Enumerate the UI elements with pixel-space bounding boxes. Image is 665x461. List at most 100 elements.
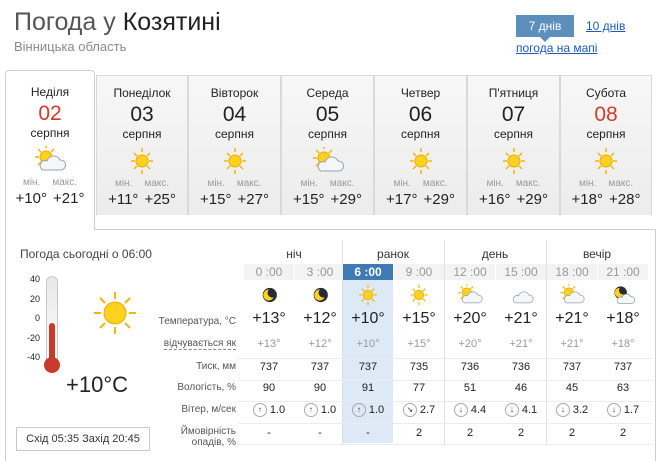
min-label: мін. [207, 178, 225, 189]
precip-cell: - [295, 427, 345, 439]
feels-value: +18° [611, 338, 635, 350]
temp-cell: +18° [598, 310, 648, 328]
feels-cell: +18° [598, 338, 648, 350]
hour-8[interactable]: 21 :00 [598, 264, 648, 280]
wind-info: ↓ 4.4 [453, 403, 486, 417]
sun-icon [497, 147, 531, 175]
precip-value: - [366, 427, 370, 439]
temp-value: +21° [555, 310, 589, 327]
day-number: 08 [594, 103, 618, 126]
precip-value: 2 [568, 427, 576, 439]
wind-direction-icon: ↓ [504, 403, 519, 417]
pressure-value: 736 [460, 361, 480, 373]
day-number: 06 [408, 103, 433, 126]
hour-3[interactable]: 6 :00 [343, 264, 393, 280]
humidity-cell: 45 [547, 382, 597, 394]
hour-6[interactable]: 15 :00 [496, 264, 546, 280]
min-label: мін. [114, 178, 133, 189]
tab-7-days[interactable]: 7 днів [516, 15, 574, 42]
feels-cell: +21° [496, 338, 546, 350]
day-tab-2[interactable]: Понеділок 03 серпня мін. макс. +11° +25° [96, 75, 188, 215]
temp-cell: +13° [244, 310, 294, 328]
hour-icon [598, 284, 648, 306]
row-divider [238, 401, 652, 402]
scale-tick: 40 [29, 274, 40, 284]
feels-value: +20° [458, 338, 482, 350]
feels-cell: +20° [445, 338, 495, 350]
day-tab-4[interactable]: Середа 05 серпня мін. макс. +15° +29° [281, 75, 374, 215]
wind-value: 1.7 [623, 404, 640, 416]
hour-icon [496, 284, 546, 306]
scale-tick: -40 [26, 352, 40, 362]
temp-value: +18° [606, 310, 640, 327]
hour-5[interactable]: 12 :00 [445, 264, 495, 280]
precip-cell: 2 [496, 427, 546, 439]
temp-cell: +21° [496, 310, 546, 328]
feels-value: +15° [407, 338, 431, 350]
temp-cell: +20° [445, 310, 495, 328]
wind-direction-icon: ↓ [606, 403, 621, 417]
wind-info: ↓ 3.2 [555, 403, 589, 417]
wind-value: 1.0 [269, 404, 286, 416]
max-label: макс. [144, 178, 170, 189]
day-tab-1[interactable]: Неділя 02 серпня мін. макс. +10° +21° [5, 70, 95, 230]
max-temp: +21° [53, 190, 85, 207]
temp-value: +12° [303, 310, 337, 327]
title-prefix: Погода у [14, 8, 123, 36]
day-tab-7[interactable]: Субота 08 серпня мін. макс. +18° +28° [560, 75, 652, 215]
thermometer-bulb [44, 357, 60, 373]
day-tab-5[interactable]: Четвер 06 серпня мін. макс. +17° +29° [374, 75, 467, 215]
scale-tick: 0 [34, 313, 40, 323]
day-tab-6[interactable]: П'ятниця 07 серпня мін. макс. +16° +29° [467, 75, 560, 215]
current-temperature: +10°C [66, 372, 129, 397]
map-link[interactable]: погода на мапі [516, 41, 597, 55]
min-temp: +15° [200, 191, 232, 208]
hour-1[interactable]: 0 :00 [244, 264, 294, 280]
wind-info: ↑ 1.0 [351, 403, 385, 417]
pressure-value: 737 [358, 361, 378, 373]
sun-icon [218, 147, 252, 175]
humidity-value: 90 [262, 382, 276, 394]
min-label: мін. [486, 178, 504, 189]
wind-info: ↓ 1.7 [606, 403, 640, 417]
day-number: 03 [130, 103, 154, 126]
max-temp: +29° [423, 191, 455, 208]
feels-value: +12° [308, 338, 332, 350]
hour-2[interactable]: 3 :00 [295, 264, 345, 280]
min-label: мін. [22, 177, 41, 188]
humidity-value: 77 [412, 382, 426, 394]
wind-value: 1.0 [368, 404, 385, 416]
wind-direction-icon: ↘ [402, 403, 417, 417]
wind-value: 3.2 [572, 404, 589, 416]
feels-value: +21° [509, 338, 533, 350]
temp-value: +15° [402, 310, 436, 327]
day-month: серпня [586, 127, 626, 141]
hour-4[interactable]: 9 :00 [394, 264, 444, 280]
partly-cloudy-icon [33, 144, 67, 174]
moon-icon [256, 284, 282, 306]
wind-cell: ↓ 4.1 [496, 403, 546, 417]
row-label-feels-like[interactable]: відчувається як [148, 338, 236, 350]
temp-value: +20° [453, 310, 487, 327]
min-temp: +18° [571, 191, 603, 208]
day-month: серпня [122, 127, 162, 141]
tab-10-days[interactable]: 10 днів [586, 19, 625, 33]
pressure-cell: 737 [244, 361, 294, 373]
precip-label-line1: Ймовірність [180, 426, 236, 437]
wind-direction-icon: ↑ [351, 403, 366, 417]
feels-value: +13° [257, 338, 281, 350]
wind-value: 1.0 [320, 404, 337, 416]
feels-cell: +12° [295, 338, 345, 350]
feels-like-link[interactable]: відчувається як [163, 338, 236, 350]
hour-7[interactable]: 18 :00 [547, 264, 597, 280]
precip-cell: 2 [598, 427, 648, 439]
pressure-cell: 736 [496, 361, 546, 373]
hour-icon [244, 284, 294, 306]
day-month: серпня [308, 127, 347, 141]
hour-icon [394, 284, 444, 306]
max-label: макс. [515, 178, 541, 189]
day-name: Субота [585, 86, 627, 100]
day-month: серпня [215, 127, 254, 141]
row-label-precipitation: Ймовірність опадів, % [148, 426, 236, 448]
day-tab-3[interactable]: Вівторок 04 серпня мін. макс. +15° +27° [188, 75, 281, 215]
